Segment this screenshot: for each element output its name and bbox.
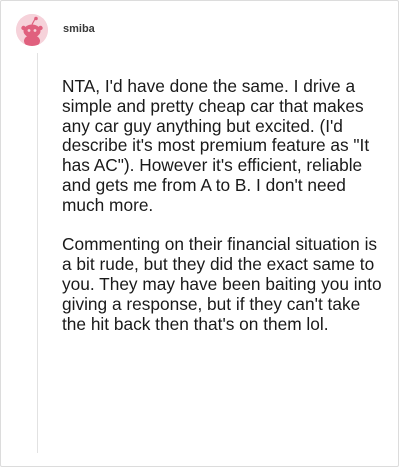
comment-card: smiba NTA, I'd have done the same. I dri… [0,0,399,467]
thread-line[interactable] [37,53,38,453]
username[interactable]: smiba [63,23,95,36]
avatar[interactable] [16,14,48,46]
comment-body: NTA, I'd have done the same. I drive a s… [62,76,382,334]
comment-paragraph: NTA, I'd have done the same. I drive a s… [62,76,370,215]
comment-paragraph: Commenting on their financial situation … [62,234,382,334]
pink-reddit-snoo-avatar-icon [16,14,48,46]
